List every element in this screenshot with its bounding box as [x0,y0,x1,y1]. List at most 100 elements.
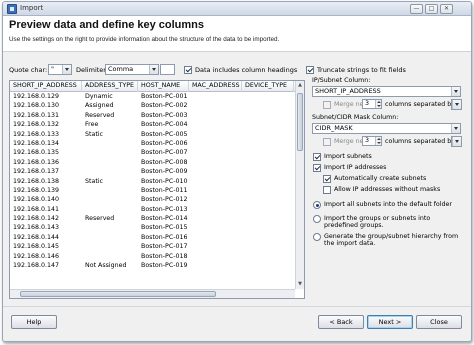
ip-subnet-column-select[interactable]: SHORT_IP_ADDRESS [312,86,461,97]
table-cell: 192.168.0.129 [13,93,60,100]
table-cell: 192.168.0.138 [13,177,60,185]
table-row[interactable]: 192.168.0.145 Boston-PC-017 [10,242,295,251]
separator-select[interactable] [451,99,462,110]
table-row[interactable]: 192.168.0.136 Boston-PC-008 [10,158,295,167]
grid-header: SHORT_IP_ADDRESS ADDRESS_TYPE HOST_NAME … [10,81,304,92]
table-row[interactable]: 192.168.0.137 Boston-PC-009 [10,167,295,176]
custom-delimiter-input[interactable] [160,64,175,75]
chevron-down-icon [452,100,461,109]
chevron-down-icon [62,65,71,74]
table-cell: Boston-PC-010 [141,177,188,185]
next-button[interactable]: Next > [367,315,413,329]
separator-select-2[interactable] [451,136,462,147]
table-cell: Free [85,121,99,129]
table-cell: 192.168.0.147 [13,262,60,270]
import-default-folder-radio[interactable] [313,201,321,209]
table-cell: Boston-PC-007 [141,149,188,157]
table-cell: Not Assigned [85,262,127,270]
minimize-button[interactable]: — [410,4,423,14]
delimiter-label: Delimiter: [76,66,109,74]
table-cell: Boston-PC-002 [141,102,188,110]
generate-hierarchy-label: Generate the group/subnet hierarchy from… [324,233,459,248]
import-ip-checkbox[interactable] [313,164,321,172]
column-header[interactable]: DEVICE_TYPE [242,81,294,92]
back-button[interactable]: < Back [318,315,364,329]
help-button[interactable]: Help [11,315,57,329]
truncate-strings-checkbox[interactable] [306,66,314,74]
vertical-scrollbar[interactable]: ▲ ▼ [295,81,304,289]
horizontal-scrollbar[interactable] [10,289,295,298]
table-row[interactable]: 192.168.0.138 Static Boston-PC-010 [10,177,295,186]
close-button[interactable]: Close [416,315,462,329]
table-row[interactable]: 192.168.0.131 Reserved Boston-PC-003 [10,111,295,120]
column-header[interactable]: ADDRESS_TYPE [82,81,138,92]
table-cell: Boston-PC-015 [141,224,188,232]
column-headings-checkbox[interactable] [184,66,192,74]
table-cell: 192.168.0.139 [13,186,60,194]
import-predefined-radio[interactable] [313,215,321,223]
table-cell: Boston-PC-011 [141,186,188,194]
back-button-label: < Back [329,318,353,326]
scroll-thumb[interactable] [297,93,303,151]
table-cell: Boston-PC-012 [141,196,188,204]
import-default-folder-label: Import all subnets into the default fold… [324,201,452,208]
generate-hierarchy-radio[interactable] [313,233,321,241]
spinner-arrows-icon[interactable] [375,100,381,108]
table-row[interactable]: 192.168.0.139 Boston-PC-011 [10,186,295,195]
import-predefined-label: Import the groups or subnets into predef… [324,215,431,230]
column-header[interactable]: MAC_ADDRESS [189,81,242,92]
scroll-up-icon[interactable]: ▲ [296,81,304,90]
table-row[interactable]: 192.168.0.144 Boston-PC-016 [10,233,295,242]
table-cell: Boston-PC-003 [141,111,188,119]
table-cell: Reserved [85,215,115,223]
quote-char-select[interactable]: " [48,64,72,75]
table-row[interactable]: 192.168.0.132 Free Boston-PC-004 [10,120,295,129]
table-cell: 192.168.0.134 [13,139,60,147]
subnet-mask-column-label: Subnet/CIDR Mask Column: [312,114,399,121]
table-cell: Static [85,130,104,138]
wizard-header: Preview data and define key columns Use … [3,16,471,52]
table-cell: 192.168.0.143 [13,224,60,232]
table-row[interactable]: 192.168.0.135 Boston-PC-007 [10,148,295,157]
table-row[interactable]: 192.168.0.142 Reserved Boston-PC-014 [10,214,295,223]
table-cell: Boston-PC-016 [141,233,188,241]
table-row[interactable]: 192.168.0.140 Boston-PC-012 [10,195,295,204]
delimiter-select[interactable]: Comma [105,64,159,75]
spinner-arrows-icon[interactable] [375,137,381,145]
table-cell: Assigned [85,102,114,110]
import-subnets-checkbox[interactable] [313,153,321,161]
table-row[interactable]: 192.168.0.141 Boston-PC-013 [10,205,295,214]
table-cell: 192.168.0.130 [13,102,60,110]
merge-next-checkbox[interactable] [323,101,331,109]
scroll-thumb[interactable] [20,291,216,297]
table-cell: Boston-PC-008 [141,158,188,166]
auto-create-subnets-checkbox[interactable] [323,175,331,183]
merge-next-spinner-2[interactable]: 3 [362,136,382,146]
table-row[interactable]: 192.168.0.147 Not Assigned Boston-PC-019 [10,261,295,270]
allow-ip-without-masks-checkbox[interactable] [323,186,331,194]
next-button-label: Next > [378,318,402,326]
table-cell: Boston-PC-013 [141,205,188,213]
subnet-mask-column-select[interactable]: CIDR_MASK [312,123,461,134]
table-row[interactable]: 192.168.0.133 Static Boston-PC-005 [10,130,295,139]
merge-next-spinner[interactable]: 3 [362,99,382,109]
column-header[interactable]: HOST_NAME [138,81,189,92]
column-headings-label: Data includes column headings [195,66,298,74]
allow-ip-without-masks-label: Allow IP addresses without masks [334,186,441,193]
table-row[interactable]: 192.168.0.129 Dynamic Boston-PC-001 [10,92,295,101]
table-row[interactable]: 192.168.0.130 Assigned Boston-PC-002 [10,101,295,110]
column-header[interactable]: SHORT_IP_ADDRESS [10,81,82,92]
quote-char-label: Quote char: [9,66,48,74]
table-row[interactable]: 192.168.0.146 Boston-PC-018 [10,252,295,261]
help-button-label: Help [26,318,42,326]
table-row[interactable]: 192.168.0.134 Boston-PC-006 [10,139,295,148]
table-cell: 192.168.0.140 [13,196,60,204]
merge-next-checkbox-2[interactable] [323,138,331,146]
table-row[interactable]: 192.168.0.143 Boston-PC-015 [10,223,295,232]
data-preview-grid[interactable]: SHORT_IP_ADDRESS ADDRESS_TYPE HOST_NAME … [9,80,305,299]
app-icon [7,4,17,14]
scroll-down-icon[interactable]: ▼ [296,280,304,289]
table-cell: Reserved [85,111,115,119]
close-window-button[interactable]: ✕ [440,4,453,14]
maximize-button[interactable]: □ [425,4,438,14]
